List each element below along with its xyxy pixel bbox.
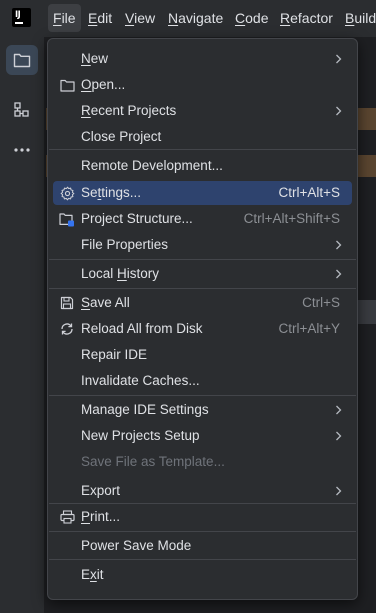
menu-item-close-project[interactable]: Close Project bbox=[53, 125, 352, 149]
menu-item-save-file-as-template: Save File as Template... bbox=[53, 450, 352, 474]
menu-item-label: Close Project bbox=[81, 129, 162, 144]
menu-item-exit[interactable]: Exit bbox=[53, 563, 352, 587]
menu-separator bbox=[49, 259, 356, 260]
chevron-right-icon bbox=[333, 54, 343, 64]
menu-item-local-history[interactable]: Local History bbox=[53, 262, 352, 286]
menu-view[interactable]: View bbox=[120, 4, 160, 32]
menu-item-label: Settings... bbox=[81, 185, 142, 200]
chevron-right-icon bbox=[333, 486, 343, 496]
menu-item-label: Manage IDE Settings bbox=[81, 402, 209, 417]
menu-item-label: Repair IDE bbox=[81, 347, 148, 362]
menu-separator bbox=[49, 531, 356, 532]
main-menu-bar: IJ File Edit View Navigate Code Refactor Build bbox=[0, 0, 376, 37]
shortcut-label: Ctrl+S bbox=[302, 295, 340, 310]
chevron-right-icon bbox=[333, 106, 343, 116]
shortcut-label: Ctrl+Alt+S bbox=[278, 185, 340, 200]
menu-item-label: Invalidate Caches... bbox=[81, 373, 200, 388]
menu-item-label: Print... bbox=[81, 509, 121, 524]
menu-item-invalidate-caches[interactable]: Invalidate Caches... bbox=[53, 369, 352, 393]
menu-item-label: New Projects Setup bbox=[81, 428, 200, 443]
more-tool-windows-button[interactable] bbox=[6, 135, 38, 165]
folder-icon bbox=[13, 53, 31, 68]
structure-icon bbox=[14, 102, 29, 117]
menu-separator bbox=[49, 149, 356, 150]
editor-highlight-strip bbox=[358, 155, 376, 177]
menu-item-label: Local History bbox=[81, 266, 160, 281]
menu-item-label: Export bbox=[81, 483, 121, 498]
menu-code[interactable]: Code bbox=[230, 4, 273, 32]
project-tool-button[interactable] bbox=[6, 45, 38, 75]
menu-separator bbox=[49, 503, 356, 504]
folder-icon bbox=[59, 77, 75, 93]
menu-item-settings[interactable]: Settings... Ctrl+Alt+S bbox=[53, 181, 352, 205]
menu-item-power-save-mode[interactable]: Power Save Mode bbox=[53, 534, 352, 558]
menu-separator bbox=[49, 559, 356, 560]
menu-refactor[interactable]: Refactor bbox=[275, 4, 338, 32]
menu-build[interactable]: Build bbox=[340, 4, 376, 32]
gear-icon bbox=[59, 185, 75, 201]
menu-item-label: Recent Projects bbox=[81, 103, 177, 118]
menu-item-file-properties[interactable]: File Properties bbox=[53, 233, 352, 257]
menu-item-recent-projects[interactable]: Recent Projects bbox=[53, 99, 352, 123]
tool-window-strip bbox=[0, 37, 45, 613]
menu-item-repair-ide[interactable]: Repair IDE bbox=[53, 343, 352, 367]
menu-separator bbox=[49, 288, 356, 289]
editor-highlight-strip bbox=[358, 108, 376, 130]
more-icon bbox=[14, 148, 30, 152]
chevron-right-icon bbox=[333, 431, 343, 441]
reload-icon bbox=[59, 321, 75, 337]
menu-item-open[interactable]: Open... bbox=[53, 73, 352, 97]
menu-item-label: Save All bbox=[81, 295, 130, 310]
menu-edit[interactable]: Edit bbox=[83, 4, 117, 32]
shortcut-label: Ctrl+Alt+Y bbox=[278, 321, 340, 336]
menu-item-label: File Properties bbox=[81, 237, 169, 252]
editor-gutter-mark bbox=[358, 300, 376, 324]
app-logo-icon: IJ bbox=[12, 8, 31, 27]
menu-item-label: Reload All from Disk bbox=[81, 321, 203, 336]
chevron-right-icon bbox=[333, 405, 343, 415]
menu-item-remote-development[interactable]: Remote Development... bbox=[53, 154, 352, 178]
menu-file[interactable]: File bbox=[48, 4, 81, 32]
project-structure-icon bbox=[59, 211, 75, 227]
menu-item-manage-ide-settings[interactable]: Manage IDE Settings bbox=[53, 398, 352, 422]
shortcut-label: Ctrl+Alt+Shift+S bbox=[243, 211, 340, 226]
menu-item-new-projects-setup[interactable]: New Projects Setup bbox=[53, 424, 352, 448]
file-menu-dropdown: New Open... Recent Projects Close Project Re… bbox=[47, 38, 358, 600]
menu-item-label: Power Save Mode bbox=[81, 538, 192, 553]
menu-item-new[interactable]: New bbox=[53, 47, 352, 71]
menu-item-label: Remote Development... bbox=[81, 158, 223, 173]
menu-item-label: Project Structure... bbox=[81, 211, 193, 226]
menu-navigate[interactable]: Navigate bbox=[163, 4, 228, 32]
chevron-right-icon bbox=[333, 240, 343, 250]
menu-item-label: Exit bbox=[81, 567, 104, 582]
print-icon bbox=[59, 509, 75, 525]
menu-separator bbox=[49, 395, 356, 396]
save-icon bbox=[59, 295, 75, 311]
menu-item-project-structure[interactable]: Project Structure... Ctrl+Alt+Shift+S bbox=[53, 207, 352, 231]
menu-item-label: Save File as Template... bbox=[81, 454, 225, 469]
menu-item-label: New bbox=[81, 51, 109, 66]
chevron-right-icon bbox=[333, 269, 343, 279]
menu-item-save-all[interactable]: Save All Ctrl+S bbox=[53, 291, 352, 315]
menu-item-export[interactable]: Export bbox=[53, 479, 352, 503]
menu-item-print[interactable]: Print... bbox=[53, 505, 352, 529]
menu-item-reload-all-from-disk[interactable]: Reload All from Disk Ctrl+Alt+Y bbox=[53, 317, 352, 341]
structure-tool-button[interactable] bbox=[6, 95, 38, 125]
menu-item-label: Open... bbox=[81, 77, 126, 92]
